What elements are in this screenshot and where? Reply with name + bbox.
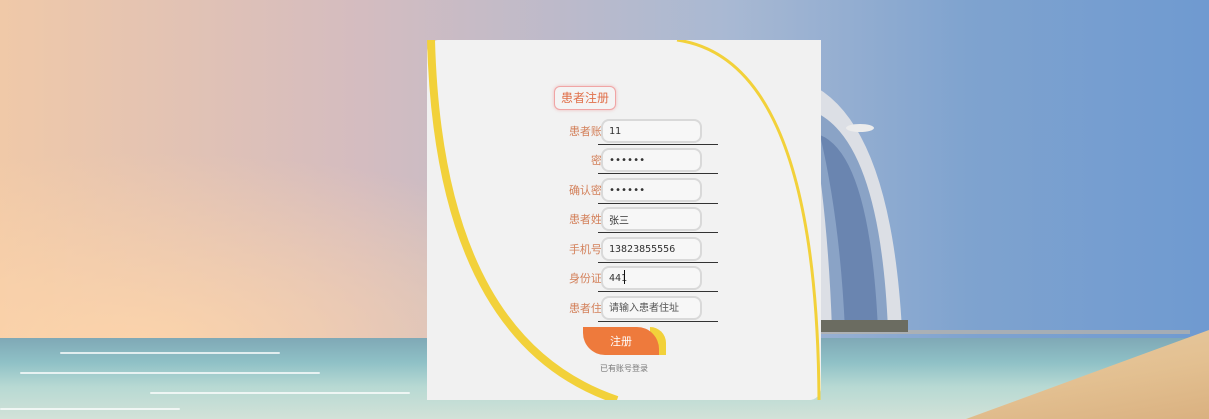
wave [0,408,180,410]
login-link[interactable]: 已有账号登录 [600,363,648,374]
name-input[interactable] [601,207,702,231]
field-underline [598,321,718,322]
field-underline [598,144,718,145]
field-underline [598,203,718,204]
field-underline [598,291,718,292]
wave [60,352,280,354]
field-underline [598,232,718,233]
id-number-input[interactable] [601,266,702,290]
confirm-password-row: 确认密码: [520,178,718,204]
phone-row: 手机号码: [520,237,718,263]
account-row: 患者账号: [520,119,718,145]
register-button[interactable]: 注册 [583,327,659,355]
id-number-row: 身份证号: [520,266,718,292]
wave [20,372,320,374]
address-input[interactable] [601,296,702,320]
password-input[interactable] [601,148,702,172]
confirm-password-input[interactable] [601,178,702,202]
text-cursor-icon [624,270,625,284]
page-title: 患者注册 [554,86,617,110]
name-row: 患者姓名: [520,207,718,233]
field-underline [598,262,718,263]
account-input[interactable] [601,119,702,143]
password-row: 密码: [520,148,718,174]
field-underline [598,173,718,174]
wave [150,392,410,394]
phone-input[interactable] [601,237,702,261]
address-row: 患者住址: [520,296,718,322]
